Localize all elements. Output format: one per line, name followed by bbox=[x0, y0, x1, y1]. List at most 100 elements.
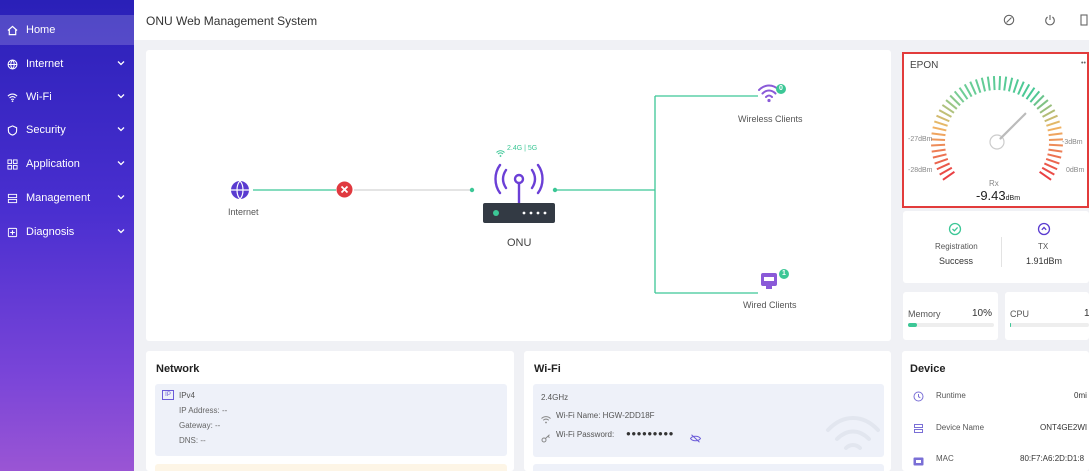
device-name-icon bbox=[913, 421, 924, 433]
theme-icon[interactable] bbox=[1001, 12, 1017, 28]
gauge-tick bbox=[1046, 120, 1061, 127]
sidebar-item-label: Management bbox=[26, 192, 91, 204]
wireless-clients-label: Wireless Clients bbox=[738, 114, 803, 124]
sidebar-item-label: Security bbox=[26, 124, 66, 136]
memory-card: Memory 10% bbox=[903, 292, 998, 340]
management-icon bbox=[6, 192, 18, 204]
gauge-tick bbox=[1012, 79, 1020, 94]
internet-label: Internet bbox=[228, 207, 259, 217]
status-card: Registration Success TX 1.91dBm bbox=[903, 211, 1089, 283]
registration-label: Registration bbox=[935, 242, 978, 251]
chevron-down-icon bbox=[116, 192, 126, 202]
internet-globe-icon[interactable] bbox=[230, 180, 250, 200]
logout-icon[interactable] bbox=[1079, 12, 1089, 28]
memory-value: 10% bbox=[972, 308, 993, 319]
sidebar-item-internet[interactable]: Internet bbox=[0, 49, 134, 79]
sidebar-item-diagnosis[interactable]: Diagnosis bbox=[0, 217, 134, 247]
shield-icon bbox=[6, 124, 18, 136]
gauge-tick bbox=[931, 148, 946, 153]
dns: DNS: -- bbox=[179, 436, 206, 445]
wireless-count-badge: 0 bbox=[776, 84, 786, 94]
wifi-icon bbox=[541, 411, 551, 424]
chevron-down-icon bbox=[116, 226, 126, 236]
sidebar-item-label: Diagnosis bbox=[26, 226, 75, 238]
rx-unit: dBm bbox=[1005, 195, 1021, 202]
gauge-tick bbox=[1043, 162, 1058, 171]
ipv6-panel bbox=[155, 464, 507, 471]
gauge-tick bbox=[992, 76, 996, 91]
gauge-tick bbox=[1047, 126, 1062, 132]
memory-bar bbox=[908, 323, 994, 327]
onu-label: ONU bbox=[507, 237, 532, 249]
ipv4-panel: IP IPv4 IP Address: -- Gateway: -- DNS: … bbox=[155, 384, 507, 456]
wifi-card: Wi-Fi 2.4GHz Wi-Fi Name: HGW-2DD18F Wi-F… bbox=[524, 351, 891, 471]
band-label: 2.4G | 5G bbox=[507, 145, 538, 152]
sidebar: Home Internet Wi-Fi Security Application… bbox=[0, 0, 134, 471]
gauge-tick bbox=[931, 143, 946, 147]
gauge-tick bbox=[1017, 81, 1025, 95]
header: ONU Web Management System bbox=[134, 0, 1089, 40]
sidebar-item-label: Internet bbox=[26, 58, 64, 70]
gauge-tick bbox=[939, 166, 953, 176]
rx-gauge bbox=[931, 76, 1063, 181]
cpu-bar-fill bbox=[1010, 323, 1011, 327]
wireless-count: 0 bbox=[779, 85, 783, 92]
chevron-down-icon bbox=[116, 91, 126, 101]
wired-clients-icon[interactable] bbox=[760, 272, 778, 290]
disconnected-icon bbox=[336, 181, 353, 198]
gauge-tick bbox=[980, 77, 987, 92]
diagnosis-icon bbox=[6, 226, 18, 238]
wired-count-badge: 1 bbox=[779, 269, 789, 279]
device-name-value: ONT4GE2WI bbox=[1040, 423, 1088, 432]
ipv4-badge: IP bbox=[162, 390, 174, 400]
memory-bar-fill bbox=[908, 323, 917, 327]
wifi-5g-panel bbox=[533, 464, 884, 471]
tx-label: TX bbox=[1038, 242, 1049, 251]
cpu-bar bbox=[1010, 323, 1089, 327]
mac-icon bbox=[913, 453, 924, 466]
power-icon[interactable] bbox=[1042, 12, 1058, 28]
gauge-tick bbox=[998, 76, 1002, 91]
mac-label: MAC bbox=[936, 454, 954, 463]
sidebar-item-application[interactable]: Application bbox=[0, 149, 134, 179]
sidebar-item-security[interactable]: Security bbox=[0, 115, 134, 145]
tx-value: 1.91dBm bbox=[1026, 256, 1063, 266]
gauge-tick bbox=[1048, 143, 1063, 147]
gauge-tick bbox=[936, 114, 950, 123]
chevron-down-icon bbox=[116, 158, 126, 168]
tick-left-top: -27dBm bbox=[908, 136, 933, 143]
gauge-tick bbox=[932, 126, 947, 132]
chevron-down-icon bbox=[116, 124, 126, 134]
gauge-tick bbox=[963, 83, 973, 98]
rx-number: -9.43 bbox=[976, 188, 1006, 203]
cpu-card: CPU 1 bbox=[1005, 292, 1089, 340]
ip-address: IP Address: -- bbox=[179, 406, 228, 415]
globe-icon bbox=[6, 58, 18, 70]
gauge-tick bbox=[938, 109, 952, 118]
key-icon bbox=[541, 430, 551, 443]
divider bbox=[1001, 237, 1002, 267]
wifi-title: Wi-Fi bbox=[534, 363, 561, 375]
eye-off-icon[interactable] bbox=[689, 430, 702, 443]
gauge-tick bbox=[1044, 114, 1058, 123]
gauge-tick bbox=[1045, 158, 1060, 165]
gauge-tick bbox=[942, 171, 955, 181]
onu-router-icon[interactable] bbox=[482, 153, 556, 225]
gauge-tick bbox=[936, 162, 951, 171]
gauge-tick bbox=[1007, 77, 1014, 92]
gauge-tick bbox=[974, 79, 982, 94]
device-card: Device Runtime 0mi Device Name ONT4GE2WI… bbox=[902, 351, 1089, 471]
rx-label: Rx bbox=[989, 179, 999, 188]
apps-icon bbox=[6, 158, 18, 170]
gauge-tick bbox=[986, 76, 991, 91]
sidebar-item-label: Home bbox=[26, 24, 56, 36]
sidebar-item-management[interactable]: Management bbox=[0, 183, 134, 213]
device-title: Device bbox=[910, 363, 946, 375]
gateway: Gateway: -- bbox=[179, 421, 221, 430]
sidebar-item-label: Application bbox=[26, 158, 80, 170]
runtime-label: Runtime bbox=[936, 391, 966, 400]
gauge-tick bbox=[931, 138, 946, 141]
network-title: Network bbox=[156, 363, 200, 375]
sidebar-item-home[interactable]: Home bbox=[0, 15, 134, 45]
sidebar-item-wifi[interactable]: Wi-Fi bbox=[0, 82, 134, 112]
